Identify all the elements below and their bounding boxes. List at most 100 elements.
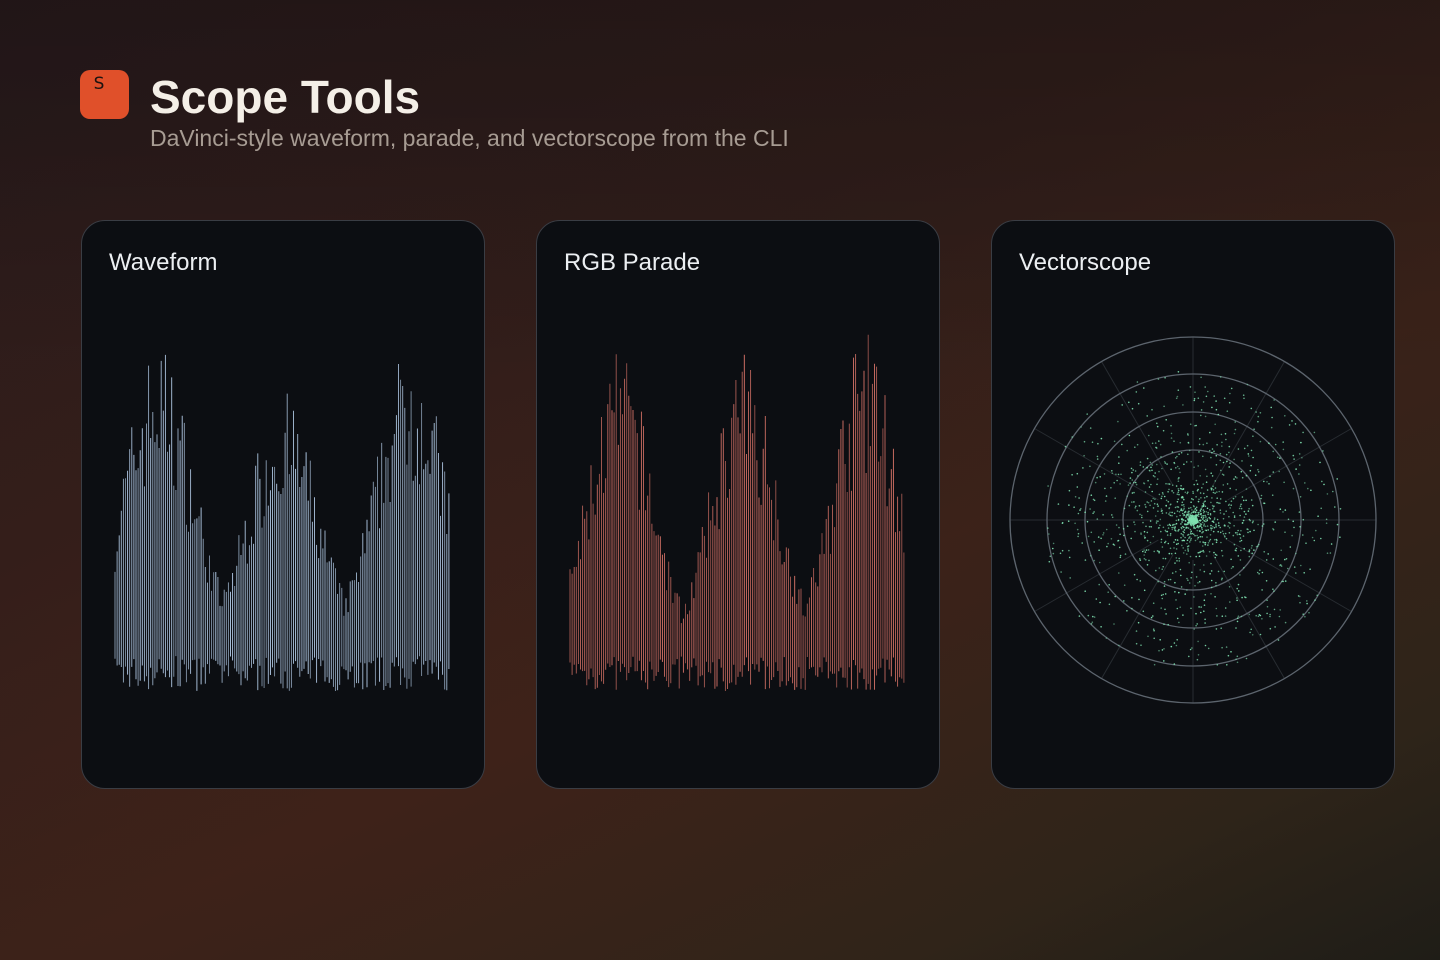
vector-dot — [1182, 547, 1184, 549]
vector-dot — [1220, 469, 1222, 472]
vector-dot — [1207, 647, 1210, 650]
vector-dot — [1221, 646, 1223, 649]
vector-dot — [1197, 654, 1200, 656]
vector-dot — [1203, 497, 1206, 499]
vector-dot — [1234, 532, 1237, 534]
vector-dot — [1271, 416, 1273, 419]
vector-dot — [1146, 564, 1149, 566]
vector-dot — [1193, 564, 1196, 566]
vector-dot — [1234, 428, 1237, 431]
vector-dot — [1237, 555, 1240, 557]
vector-dot — [1210, 524, 1212, 527]
vector-dot — [1118, 462, 1120, 464]
vector-dot — [1186, 539, 1189, 541]
vector-dot — [1237, 615, 1240, 617]
vector-dot — [1326, 493, 1329, 495]
vector-dot — [1113, 482, 1115, 484]
vector-dot — [1188, 655, 1190, 658]
vector-dot — [1093, 616, 1096, 618]
vector-dot — [1104, 500, 1107, 502]
vector-dot — [1339, 536, 1341, 538]
vector-dot — [1187, 579, 1189, 581]
vector-dot — [1143, 387, 1145, 389]
rgb-parade-scope — [569, 334, 905, 691]
vector-dot — [1149, 520, 1152, 522]
vector-dot — [1131, 607, 1133, 610]
vector-dot — [1077, 532, 1080, 535]
vector-dot — [1252, 435, 1254, 437]
vector-dot — [1245, 596, 1247, 599]
vector-dot — [1216, 491, 1218, 493]
vector-dot — [1224, 607, 1227, 609]
vector-dot — [1152, 615, 1154, 617]
vector-dot — [1141, 514, 1143, 517]
vector-dot — [1084, 590, 1086, 592]
vector-dot — [1177, 371, 1180, 373]
vector-dot — [1130, 537, 1132, 540]
vector-dot — [1187, 533, 1190, 536]
vector-dot — [1241, 522, 1244, 524]
vector-dot — [1160, 508, 1163, 510]
vector-dot — [1176, 607, 1179, 610]
vector-dot — [1218, 524, 1220, 527]
vector-dot — [1210, 593, 1212, 595]
vector-dot — [1215, 523, 1217, 526]
vector-dot — [1165, 504, 1167, 507]
vector-dot — [1170, 437, 1173, 439]
vector-dot — [1215, 584, 1217, 587]
vector-dot — [1261, 525, 1264, 527]
vector-dot — [1233, 543, 1236, 546]
waveform-scope — [114, 354, 450, 691]
vector-dot — [1139, 513, 1141, 516]
vector-dot — [1198, 530, 1201, 532]
vector-dot — [1209, 431, 1211, 434]
vector-dot — [1334, 506, 1336, 508]
vector-dot — [1251, 504, 1254, 507]
vector-dot — [1150, 466, 1152, 469]
vector-dot — [1146, 539, 1149, 542]
vector-dot — [1203, 604, 1206, 606]
vector-dot — [1174, 523, 1176, 526]
vector-dot — [1240, 503, 1242, 506]
vector-dot — [1230, 387, 1233, 390]
vector-dot — [1247, 453, 1250, 455]
vector-dot — [1289, 546, 1292, 548]
vector-dot — [1292, 454, 1295, 457]
vector-dot — [1256, 571, 1259, 574]
vector-dot — [1158, 649, 1160, 652]
vector-dot — [1255, 411, 1257, 413]
vector-dot — [1079, 509, 1081, 511]
vector-dot — [1223, 397, 1226, 400]
vector-dot — [1123, 534, 1125, 537]
vector-dot — [1105, 528, 1108, 531]
vector-dot — [1207, 542, 1210, 544]
vector-dot — [1186, 577, 1188, 580]
vector-dot — [1198, 580, 1201, 583]
vector-dot — [1145, 559, 1147, 561]
vector-dot — [1093, 559, 1096, 562]
vector-dot — [1227, 525, 1229, 527]
vector-dot — [1266, 605, 1269, 608]
vector-dot — [1209, 534, 1212, 536]
vector-dot — [1199, 438, 1201, 440]
vector-dot — [1156, 463, 1158, 466]
vector-dot — [1199, 509, 1202, 512]
vector-dot — [1279, 609, 1281, 611]
vector-dot — [1185, 461, 1188, 463]
vector-dot — [1215, 408, 1218, 411]
vector-dot — [1119, 533, 1121, 536]
vector-dot — [1239, 514, 1241, 517]
vector-dot — [1169, 578, 1172, 581]
vector-dot — [1274, 626, 1276, 628]
vector-dot — [1135, 642, 1138, 645]
vector-dot — [1212, 507, 1214, 510]
vector-dot — [1081, 542, 1083, 544]
vector-dot — [1161, 649, 1164, 651]
vector-dot — [1152, 602, 1155, 604]
vector-dot — [1156, 422, 1158, 425]
vector-dot — [1143, 554, 1145, 556]
vector-dot — [1096, 518, 1099, 520]
vector-dot — [1254, 474, 1257, 476]
vector-dot — [1176, 617, 1179, 620]
vector-dot — [1263, 502, 1266, 505]
